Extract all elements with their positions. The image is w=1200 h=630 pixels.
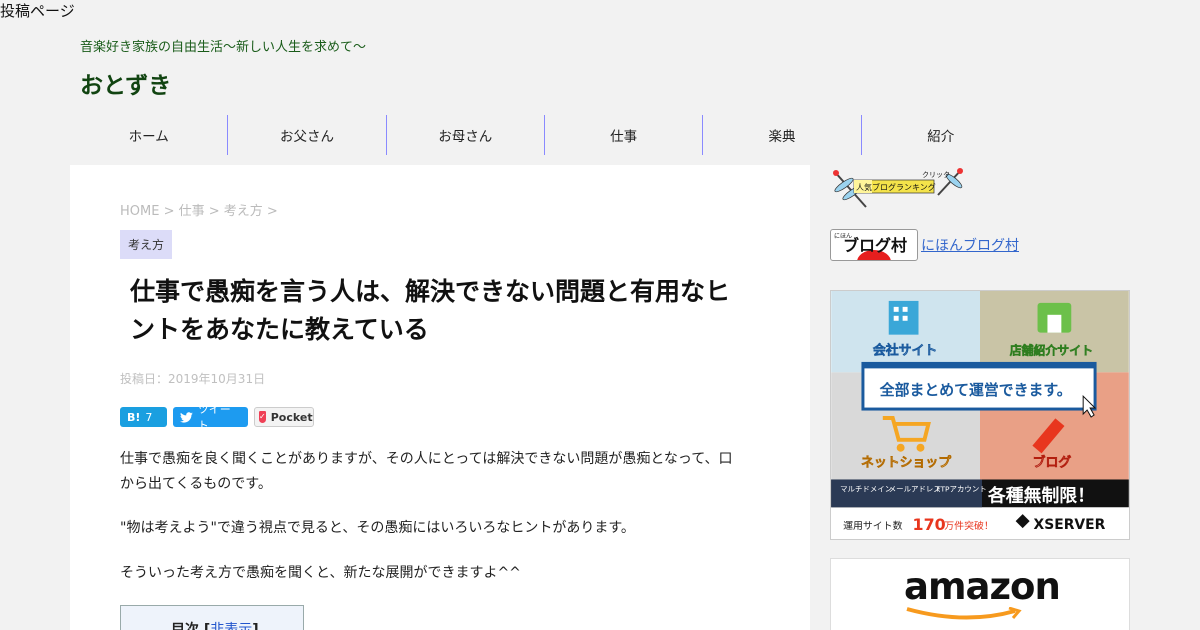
ranking-top-label: クリック <box>922 171 950 179</box>
xserver-ad-banner[interactable]: 会社サイト 店舗紹介サイト 全部まとめて運営できます。 ネットショップ ブログ … <box>830 290 1130 540</box>
store-icon <box>1037 302 1072 333</box>
blog-ranking-banner[interactable]: クリック 人気ブログランキング <box>830 163 966 211</box>
post-paragraph-2: "物は考えよう"で違う視点で見ると、その愚痴にはいろいろなヒントがあります。 <box>120 520 635 536</box>
pocket-button[interactable]: ✓ Pocket <box>254 407 314 427</box>
post-article: HOME > 仕事 > 考え方 > 考え方 仕事で愚痴を言う人は、解決できない問… <box>70 165 810 630</box>
toc-header: 目次 [非表示] <box>171 619 259 630</box>
post-date: 投稿日：2019年10月31日 <box>120 372 266 386</box>
share-buttons: B! 7 ツイート ✓ Pocket <box>120 403 314 432</box>
blog-village-logo[interactable]: にほん ブログ村 <box>830 229 918 261</box>
amazon-smile-icon <box>906 607 1022 620</box>
building-icon <box>888 300 919 335</box>
site-tagline: 音楽好き家族の自由生活～新しい人生を求めて～ <box>80 40 367 55</box>
xserver-unlimited: 各種無制限！ <box>987 484 1095 506</box>
amazon-logo-text: amazon <box>904 565 1061 608</box>
xserver-count-number: 170 <box>913 515 946 534</box>
toc-title: 目次 <box>171 622 199 630</box>
twitter-bird-icon <box>180 411 193 423</box>
nav-item-work[interactable]: 仕事 <box>545 115 704 155</box>
pocket-icon: ✓ <box>259 411 266 423</box>
xserver-feature-1: マルチドメイン <box>840 484 892 493</box>
nav-item-father[interactable]: お父さん <box>228 115 387 155</box>
amazon-widget[interactable]: amazon <box>830 558 1130 630</box>
nav-item-home[interactable]: ホーム <box>70 115 229 155</box>
post-title: 仕事で愚痴を言う人は、解決できない問題と有用なヒントをあなたに教えている <box>130 277 731 344</box>
hatena-count: 7 <box>145 410 153 424</box>
post-paragraph-1: 仕事で愚痴を良く聞くことがありますが、その人にとっては解決できない問題が愚痴とな… <box>120 451 733 492</box>
village-logo-text: ブログ村 <box>843 236 908 255</box>
xserver-store-label: 店舗紹介サイト <box>1009 343 1093 357</box>
toc-toggle-link[interactable]: 非表示 <box>210 622 252 630</box>
hatena-icon: B! <box>127 410 141 424</box>
xserver-count-suffix: 万件突破！ <box>944 519 994 532</box>
xserver-blog-label: ブログ <box>1033 455 1072 471</box>
global-nav: ホーム お父さん お母さん 仕事 楽典 紹介 <box>70 115 1020 155</box>
tweet-label: ツイート <box>197 403 231 432</box>
document-title: 投稿ページ <box>0 2 75 20</box>
category-tag[interactable]: 考え方 <box>120 230 173 259</box>
nav-item-mother[interactable]: お母さん <box>387 115 545 155</box>
xserver-feature-3: FTPアカウント <box>936 484 986 493</box>
xserver-logo-icon <box>1015 514 1030 529</box>
blog-village-widget: にほん ブログ村 にほんブログ村 <box>830 229 1019 261</box>
blog-village-link[interactable]: にほんブログ村 <box>921 235 1019 255</box>
table-of-contents: 目次 [非表示] <box>120 605 304 630</box>
site-name[interactable]: おとずき <box>80 66 171 100</box>
xserver-corporate-label: 会社サイト <box>873 342 937 358</box>
pocket-label: Pocket <box>270 410 313 424</box>
xserver-count-prefix: 運用サイト数 <box>843 519 903 532</box>
ranking-label: 人気ブログランキング <box>856 182 936 192</box>
xserver-feature-2: メールアドレス <box>889 484 941 493</box>
hatena-bookmark-button[interactable]: B! 7 <box>120 407 167 427</box>
xserver-center-message: 全部まとめて運営できます。 <box>879 381 1072 399</box>
xserver-shop-label: ネットショップ <box>861 456 951 471</box>
xserver-brand: XSERVER <box>1034 517 1106 533</box>
nav-item-about[interactable]: 紹介 <box>862 115 1020 155</box>
post-paragraph-3: そういった考え方で愚痴を聞くと、新たな展開ができますよ^^ <box>120 565 521 581</box>
breadcrumb[interactable]: HOME > 仕事 > 考え方 > <box>120 200 278 219</box>
nav-item-music-theory[interactable]: 楽典 <box>703 115 862 155</box>
tweet-button[interactable]: ツイート <box>173 403 248 432</box>
